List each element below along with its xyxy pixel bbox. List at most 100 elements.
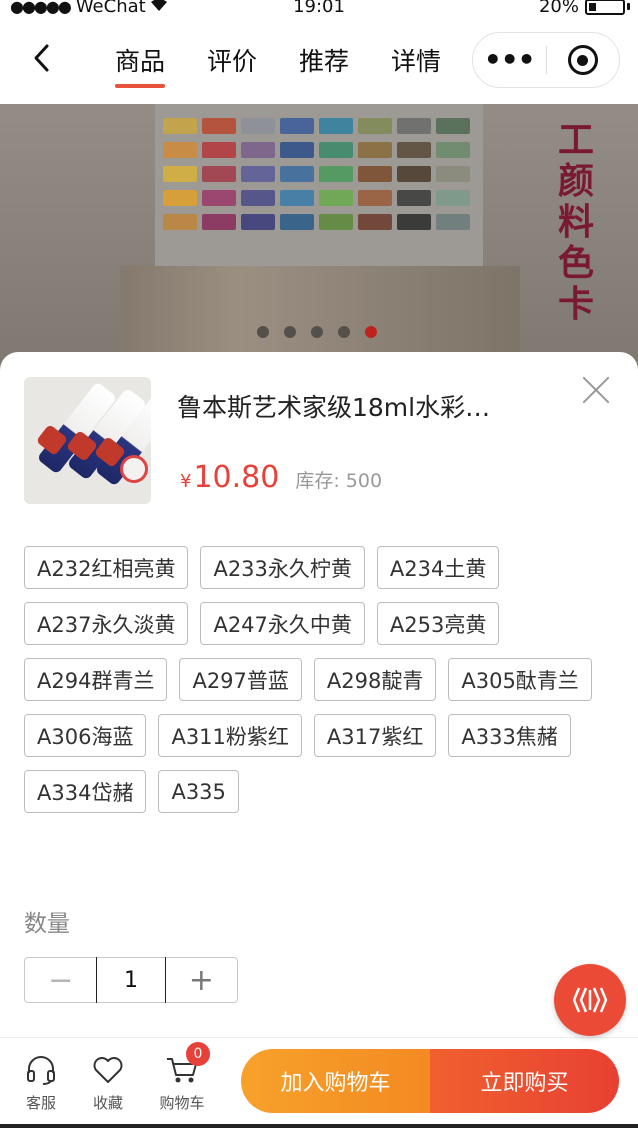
color-swatch (358, 214, 392, 230)
product-price: 10.80 (193, 460, 280, 495)
color-swatch (319, 166, 353, 182)
floating-menu-button[interactable] (554, 964, 626, 1036)
color-swatch (397, 142, 431, 158)
tab-details[interactable]: 详情 (370, 42, 462, 86)
color-swatch (397, 166, 431, 182)
option-chip[interactable]: A294群青兰 (24, 658, 168, 701)
banner-pagination (257, 326, 392, 338)
headset-icon (11, 1052, 71, 1088)
color-swatch (280, 190, 314, 206)
option-chip[interactable]: A311粉紫红 (158, 714, 302, 757)
wave-icon (573, 987, 607, 1013)
color-swatch (436, 166, 470, 182)
color-swatch (358, 166, 392, 182)
color-swatch (436, 214, 470, 230)
cart-badge: 0 (186, 1042, 210, 1066)
bottom-action-bar: 客服 收藏 0 购物车 加入购物车 立即购买 (0, 1037, 638, 1128)
option-chip[interactable]: A233永久柠黄 (200, 546, 365, 589)
increase-button[interactable]: + (166, 958, 237, 1002)
color-swatch (241, 118, 275, 134)
option-chip[interactable]: A306海蓝 (24, 714, 147, 757)
quantity-input[interactable]: 1 (96, 957, 166, 1003)
color-swatch (202, 166, 236, 182)
battery-percent: 20% (538, 0, 579, 17)
pagination-dot[interactable] (311, 326, 323, 338)
tab-recommend[interactable]: 推荐 (278, 42, 370, 86)
battery-tip (627, 3, 630, 10)
color-swatch (319, 118, 353, 134)
option-chip[interactable]: A253亮黄 (376, 602, 500, 645)
color-swatch (241, 214, 275, 230)
color-swatch (358, 118, 392, 134)
status-right: 20% (539, 0, 630, 17)
pagination-dot[interactable] (338, 326, 350, 338)
option-chip[interactable]: A333焦赭 (448, 714, 571, 757)
nav-header: 商品 评价 推荐 详情 ••• (0, 20, 638, 104)
option-chip[interactable]: A247永久中黄 (200, 602, 365, 645)
currency-symbol: ¥ (180, 471, 192, 492)
pagination-dot[interactable] (257, 326, 269, 338)
option-chip[interactable]: A237永久淡黄 (24, 602, 189, 645)
sku-sheet: 鲁本斯艺术家级18ml水彩… ¥ 10.80 库存: 500 A232红相亮黄 A… (0, 352, 638, 1128)
option-list: A232红相亮黄 A233永久柠黄 A234土黄 A237永久淡黄 A247永久中黄 A2… (24, 546, 614, 813)
buy-now-button[interactable]: 立即购买 (430, 1049, 619, 1113)
color-swatch (163, 190, 197, 206)
favorite-button[interactable]: 收藏 (78, 1052, 138, 1113)
color-swatch (280, 118, 314, 134)
color-swatch (202, 190, 236, 206)
color-swatch (241, 142, 275, 158)
back-button[interactable] (26, 38, 56, 78)
color-swatch (319, 142, 353, 158)
color-swatch (319, 190, 353, 206)
close-miniprogram-button[interactable] (547, 45, 620, 75)
product-title: 鲁本斯艺术家级18ml水彩… (177, 393, 491, 422)
pagination-dot[interactable] (365, 326, 377, 338)
miniprogram-capsule: ••• (472, 32, 620, 88)
color-swatch (397, 214, 431, 230)
option-chip[interactable]: A305酞青兰 (448, 658, 592, 701)
quantity-label: 数量 (24, 911, 70, 937)
color-swatch (436, 190, 470, 206)
color-swatch (319, 214, 353, 230)
pagination-dot[interactable] (284, 326, 296, 338)
battery-icon (585, 0, 625, 15)
color-swatch (397, 118, 431, 134)
swatch-grid (163, 118, 470, 232)
option-chip[interactable]: A317紫红 (313, 714, 437, 757)
option-chip[interactable]: A297普蓝 (179, 658, 302, 701)
color-swatch (280, 142, 314, 158)
option-chip[interactable]: A298靛青 (313, 658, 437, 701)
tab-goods[interactable]: 商品 (94, 42, 186, 88)
quantity-stepper: − 1 + (24, 957, 238, 1003)
status-bar: ●●●●● WeChat 19:01 20% (0, 0, 638, 20)
cart-label: 购物车 (159, 1094, 205, 1112)
palette-dish (120, 455, 148, 483)
color-swatch (202, 118, 236, 134)
heart-icon (78, 1052, 138, 1088)
color-swatch (397, 190, 431, 206)
color-swatch (241, 166, 275, 182)
cart-icon: 0 (152, 1042, 212, 1088)
add-to-cart-button[interactable]: 加入购物车 (241, 1049, 430, 1113)
color-swatch (163, 142, 197, 158)
favorite-label: 收藏 (92, 1094, 123, 1112)
color-swatch (163, 118, 197, 134)
cart-button[interactable]: 0 购物车 (152, 1042, 212, 1113)
tab-reviews[interactable]: 评价 (186, 42, 278, 86)
color-swatch (436, 142, 470, 158)
product-thumbnail (24, 377, 151, 504)
option-chip[interactable]: A334岱赭 (24, 770, 147, 813)
close-icon[interactable] (578, 372, 614, 408)
color-swatch (163, 214, 197, 230)
option-chip[interactable]: A234土黄 (376, 546, 500, 589)
decrease-button[interactable]: − (25, 958, 96, 1002)
option-chip[interactable]: A232红相亮黄 (24, 546, 189, 589)
option-chip[interactable]: A335 (158, 770, 239, 813)
more-icon[interactable]: ••• (473, 46, 546, 74)
chevron-left-icon (34, 44, 49, 72)
banner-side-text: 工颜料色卡 (557, 120, 594, 325)
color-swatch (241, 190, 275, 206)
color-swatch (436, 118, 470, 134)
color-swatch (202, 142, 236, 158)
service-button[interactable]: 客服 (11, 1052, 71, 1113)
